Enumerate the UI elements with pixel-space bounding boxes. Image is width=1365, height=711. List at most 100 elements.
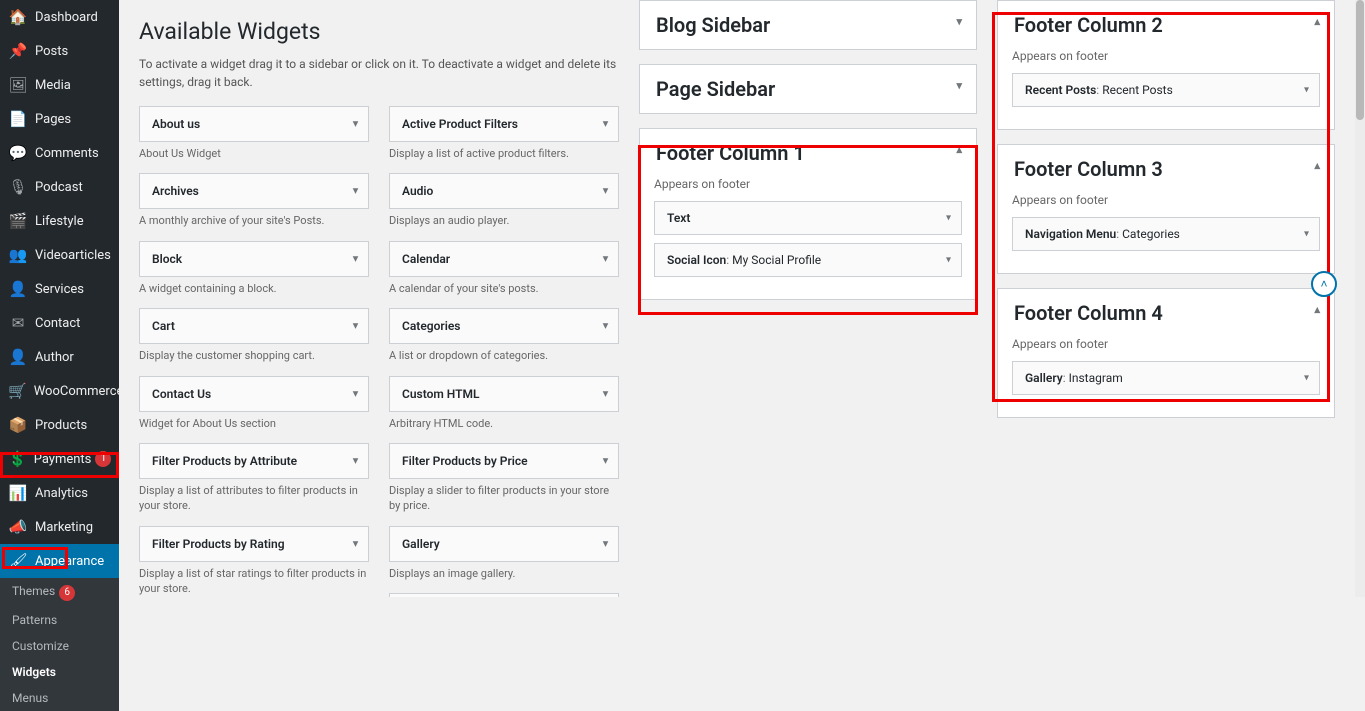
sidebar-item-dashboard[interactable]: 🏠Dashboard <box>0 0 119 34</box>
menu-label: Contact <box>35 316 80 331</box>
widget-area: Footer Column 1Appears on footer Text Soci… <box>639 128 977 300</box>
available-widget[interactable]: Custom HTML <box>389 376 619 412</box>
menu-label: Payments <box>34 452 92 467</box>
submenu-patterns[interactable]: Patterns <box>0 607 119 633</box>
menu-icon: 🖌 <box>8 551 28 571</box>
widget-area: Footer Column 2Appears on footer Recent P… <box>997 0 1335 130</box>
badge: 1 <box>95 451 111 467</box>
available-widget[interactable]: Filter Products by Attribute <box>139 443 369 479</box>
scroll-top-button[interactable]: ˄ <box>1311 271 1337 297</box>
widget-area: Footer Column 3Appears on footer Navigati… <box>997 144 1335 274</box>
widget-description: Widget for About Us section <box>139 416 369 431</box>
menu-icon: 💬 <box>8 143 28 163</box>
menu-label: Podcast <box>35 180 83 195</box>
available-widget[interactable]: Audio <box>389 173 619 209</box>
area-body: Appears on footer Text Social Icon: My Soc… <box>640 177 976 299</box>
submenu-customize[interactable]: Customize <box>0 633 119 659</box>
widget-area: Page Sidebar <box>639 64 977 114</box>
menu-label: Media <box>35 78 71 93</box>
scrollbar[interactable] <box>1355 0 1365 597</box>
widget-area: Blog Sidebar <box>639 0 977 50</box>
sidebar-item-comments[interactable]: 💬 Comments <box>0 136 119 170</box>
sidebar-item-contact[interactable]: ✉ Contact <box>0 306 119 340</box>
submenu-themes[interactable]: Themes6 <box>0 578 119 607</box>
menu-icon: 👤 <box>8 347 28 367</box>
menu-icon: 🛒 <box>8 381 27 401</box>
sidebar-item-media[interactable]: 🖼 Media <box>0 68 119 102</box>
menu-icon: 🖼 <box>8 75 28 95</box>
sidebar-item-lifestyle[interactable]: 🎬Lifestyle <box>0 204 119 238</box>
menu-icon: 📊 <box>8 483 28 503</box>
placed-widget[interactable]: Social Icon: My Social Profile <box>654 243 962 277</box>
area-subtitle: Appears on footer <box>654 177 962 191</box>
available-widget[interactable]: About us <box>139 106 369 142</box>
placed-widget[interactable]: Recent Posts: Recent Posts <box>1012 73 1320 107</box>
sidebar-item-appearance[interactable]: 🖌 Appearance <box>0 544 119 578</box>
available-widget[interactable]: Gallery <box>389 526 619 562</box>
area-subtitle: Appears on footer <box>1012 49 1320 63</box>
area-toggle[interactable]: Footer Column 4 <box>998 289 1334 337</box>
available-widget[interactable]: Cart <box>139 308 369 344</box>
widget-description: Display a list of attributes to filter p… <box>139 483 369 514</box>
sidebar-item-posts[interactable]: 📌 Posts <box>0 34 119 68</box>
available-widget[interactable]: Meta <box>389 593 619 597</box>
placed-widget[interactable]: Navigation Menu: Categories <box>1012 217 1320 251</box>
menu-label: Services <box>35 282 84 297</box>
sidebar-item-pages[interactable]: 📄Pages <box>0 102 119 136</box>
sidebar-item-services[interactable]: 👤 Services <box>0 272 119 306</box>
menu-label: Products <box>35 418 87 433</box>
available-widget[interactable]: Active Product Filters <box>389 106 619 142</box>
admin-sidebar: 🏠Dashboard 📌 Posts 🖼 Media 📄Pages 💬 Comments 🎙Po… <box>0 0 119 597</box>
sidebar-item-author[interactable]: 👤 Author <box>0 340 119 374</box>
menu-icon: 📦 <box>8 415 28 435</box>
menu-icon: 📣 <box>8 517 28 537</box>
submenu-widgets[interactable]: Widgets <box>0 659 119 685</box>
menu-icon: 📌 <box>8 41 28 61</box>
sidebar-item-payments[interactable]: 💲Payments1 <box>0 442 119 476</box>
menu-label: Marketing <box>35 520 93 535</box>
sidebar-item-podcast[interactable]: 🎙Podcast <box>0 170 119 204</box>
area-body: Appears on footer Recent Posts: Recent Po… <box>998 49 1334 129</box>
available-widget[interactable]: Filter Products by Price <box>389 443 619 479</box>
area-subtitle: Appears on footer <box>1012 337 1320 351</box>
placed-widget[interactable]: Text <box>654 201 962 235</box>
menu-icon: 👥 <box>8 245 28 265</box>
menu-label: WooCommerce <box>34 384 124 399</box>
menu-icon: 👤 <box>8 279 28 299</box>
widget-description: About Us Widget <box>139 146 369 161</box>
area-toggle[interactable]: Footer Column 3 <box>998 145 1334 193</box>
widget-description: Display a list of active product filters… <box>389 146 619 161</box>
menu-label: Videoarticles <box>35 248 111 263</box>
available-widget[interactable]: Block <box>139 241 369 277</box>
menu-icon: ✉ <box>8 313 28 333</box>
sidebar-item-videoarticles[interactable]: 👥 Videoarticles <box>0 238 119 272</box>
menu-label: Author <box>35 350 74 365</box>
area-toggle[interactable]: Footer Column 2 <box>998 1 1334 49</box>
available-widget[interactable]: Categories <box>389 308 619 344</box>
area-subtitle: Appears on footer <box>1012 193 1320 207</box>
sidebar-item-analytics[interactable]: 📊Analytics <box>0 476 119 510</box>
menu-icon: 🏠 <box>8 7 28 27</box>
area-body: Appears on footer Navigation Menu: Catego… <box>998 193 1334 273</box>
available-widget[interactable]: Filter Products by Rating <box>139 526 369 562</box>
available-widget[interactable]: Contact Us <box>139 376 369 412</box>
menu-icon: 🎬 <box>8 211 28 231</box>
sidebar-item-woocommerce[interactable]: 🛒WooCommerce <box>0 374 119 408</box>
area-toggle[interactable]: Footer Column 1 <box>640 129 976 177</box>
available-widget[interactable]: Archives <box>139 173 369 209</box>
page-title: Available Widgets <box>139 18 619 45</box>
submenu-menus[interactable]: Menus <box>0 685 119 711</box>
widget-description: Display a slider to filter products in y… <box>389 483 619 514</box>
page-description: To activate a widget drag it to a sideba… <box>139 55 619 91</box>
sidebar-item-products[interactable]: 📦 Products <box>0 408 119 442</box>
available-widget[interactable]: Calendar <box>389 241 619 277</box>
area-body: Appears on footer Gallery: Instagram <box>998 337 1334 417</box>
menu-label: Comments <box>35 146 99 161</box>
area-toggle[interactable]: Page Sidebar <box>640 65 976 113</box>
placed-widget[interactable]: Gallery: Instagram <box>1012 361 1320 395</box>
menu-label: Posts <box>35 44 68 59</box>
menu-label: Appearance <box>35 554 104 569</box>
area-toggle[interactable]: Blog Sidebar <box>640 1 976 49</box>
widget-area: Footer Column 4Appears on footer Gallery:… <box>997 288 1335 418</box>
sidebar-item-marketing[interactable]: 📣 Marketing <box>0 510 119 544</box>
